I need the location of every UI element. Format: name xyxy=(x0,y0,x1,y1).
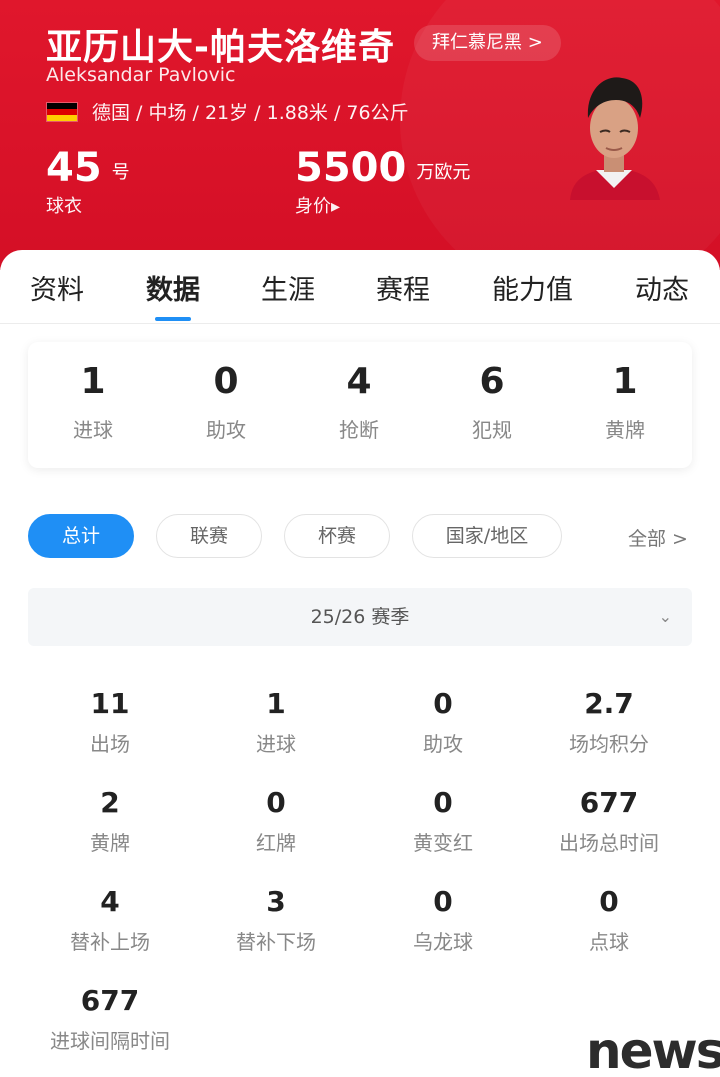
shirt-number-unit: 号 xyxy=(111,162,130,183)
market-value-block[interactable]: 5500 万欧元 身价▸ xyxy=(295,146,470,218)
stat-label: 出场 xyxy=(90,732,130,756)
stat-label: 红牌 xyxy=(256,831,296,855)
summary-label: 黄牌 xyxy=(605,418,645,442)
stat-goals: 1 进球 xyxy=(186,688,366,757)
tab-data[interactable]: 数据 xyxy=(146,268,200,307)
stat-own-goals: 0 乌龙球 xyxy=(353,886,533,955)
summary-label: 进球 xyxy=(73,418,113,442)
active-tab-indicator xyxy=(155,317,191,321)
summary-assists: 0 助攻 xyxy=(176,360,276,443)
stat-label: 进球间隔时间 xyxy=(50,1029,170,1053)
stat-value: 677 xyxy=(80,984,140,1017)
stat-value: 0 xyxy=(433,687,453,720)
stat-assists: 0 助攻 xyxy=(353,688,533,757)
news-watermark-logo: news xyxy=(586,1022,720,1077)
stat-value: 677 xyxy=(579,786,639,819)
season-label: 25/26 赛季 xyxy=(310,606,410,628)
stat-appearances: 11 出场 xyxy=(20,688,200,757)
summary-value: 6 xyxy=(479,361,505,402)
stat-value: 0 xyxy=(266,786,286,819)
stat-sub-off: 3 替补下场 xyxy=(186,886,366,955)
summary-label: 助攻 xyxy=(206,418,246,442)
tab-schedule[interactable]: 赛程 xyxy=(376,268,430,307)
stat-penalties: 0 点球 xyxy=(519,886,699,955)
player-name: 亚历山大-帕夫洛维奇 xyxy=(46,27,395,68)
stat-label: 场均积分 xyxy=(569,732,649,756)
player-info-text: 德国 / 中场 / 21岁 / 1.88米 / 76公斤 xyxy=(92,102,409,124)
stat-value: 1 xyxy=(266,687,286,720)
filter-all-link[interactable]: 全部 > xyxy=(628,524,688,551)
tab-news[interactable]: 动态 xyxy=(635,268,689,307)
shirt-number: 45 xyxy=(46,145,102,191)
stat-avg-points: 2.7 场均积分 xyxy=(519,688,699,757)
summary-yellow-cards: 1 黄牌 xyxy=(575,360,675,443)
stat-label: 进球 xyxy=(256,732,296,756)
stat-label: 替补下场 xyxy=(236,930,316,954)
summary-goals: 1 进球 xyxy=(43,360,143,443)
competition-filter-bar: 总计 联赛 杯赛 国家/地区 全部 > xyxy=(0,514,720,560)
summary-label: 犯规 xyxy=(472,418,512,442)
filter-cup[interactable]: 杯赛 xyxy=(284,514,390,558)
summary-fouls: 6 犯规 xyxy=(442,360,542,443)
tab-bar: 资料 数据 生涯 赛程 能力值 动态 xyxy=(0,250,720,324)
summary-value: 1 xyxy=(612,361,638,402)
summary-tackles: 4 抢断 xyxy=(309,360,409,443)
stat-value: 0 xyxy=(433,885,453,918)
stat-value: 3 xyxy=(266,885,286,918)
market-value-unit: 万欧元 xyxy=(416,162,471,183)
filter-national[interactable]: 国家/地区 xyxy=(412,514,562,558)
stat-yellow-cards: 2 黄牌 xyxy=(20,787,200,856)
stat-label: 替补上场 xyxy=(70,930,150,954)
stats-panel: 资料 数据 生涯 赛程 能力值 动态 1 进球 0 助攻 4 抢断 6 犯规 1… xyxy=(0,250,720,1077)
summary-value: 0 xyxy=(213,361,239,402)
stat-value: 2 xyxy=(100,786,120,819)
filter-total[interactable]: 总计 xyxy=(28,514,134,558)
stat-value: 4 xyxy=(100,885,120,918)
stat-label: 黄变红 xyxy=(413,831,473,855)
filter-league[interactable]: 联赛 xyxy=(156,514,262,558)
player-english-name: Aleksandar Pavlovic xyxy=(46,64,236,86)
stat-label: 助攻 xyxy=(423,732,463,756)
chevron-down-icon: ⌄ xyxy=(658,607,672,626)
summary-card: 1 进球 0 助攻 4 抢断 6 犯规 1 黄牌 xyxy=(28,342,692,468)
stat-value: 11 xyxy=(90,687,130,720)
stat-label: 黄牌 xyxy=(90,831,130,855)
player-header: 亚历山大-帕夫洛维奇 拜仁慕尼黑 > Aleksandar Pavlovic 德… xyxy=(0,0,720,270)
stat-value: 0 xyxy=(599,885,619,918)
team-link-button[interactable]: 拜仁慕尼黑 > xyxy=(414,25,561,61)
summary-value: 4 xyxy=(346,361,372,402)
stat-red-cards: 0 红牌 xyxy=(186,787,366,856)
tab-ability[interactable]: 能力值 xyxy=(492,268,573,307)
stat-second-yellow: 0 黄变红 xyxy=(353,787,533,856)
shirt-number-block: 45 号 球衣 xyxy=(46,146,130,218)
summary-value: 1 xyxy=(80,361,106,402)
germany-flag-icon xyxy=(46,101,78,122)
summary-label: 抢断 xyxy=(339,418,379,442)
stat-goal-interval: 677 进球间隔时间 xyxy=(20,985,200,1054)
stat-value: 2.7 xyxy=(584,687,634,720)
stat-label: 出场总时间 xyxy=(559,831,659,855)
shirt-label: 球衣 xyxy=(46,196,82,217)
stat-value: 0 xyxy=(433,786,453,819)
stat-sub-on: 4 替补上场 xyxy=(20,886,200,955)
tab-profile[interactable]: 资料 xyxy=(30,268,84,307)
tab-career[interactable]: 生涯 xyxy=(261,268,315,307)
season-selector[interactable]: 25/26 赛季 ⌄ xyxy=(28,588,692,646)
player-info-row: 德国 / 中场 / 21岁 / 1.88米 / 76公斤 xyxy=(46,98,409,125)
market-value-label[interactable]: 身价▸ xyxy=(295,192,470,218)
market-value: 5500 xyxy=(295,145,407,191)
stat-minutes-played: 677 出场总时间 xyxy=(519,787,699,856)
stat-label: 乌龙球 xyxy=(413,930,473,954)
stat-label: 点球 xyxy=(589,930,629,954)
player-portrait-avatar xyxy=(570,77,660,200)
